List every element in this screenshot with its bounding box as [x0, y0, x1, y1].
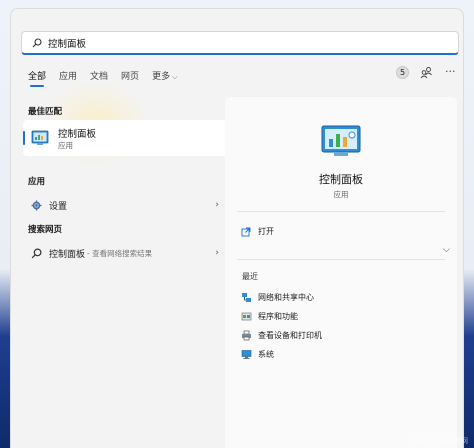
apps-heading: 应用: [28, 177, 46, 187]
rewards-points-badge[interactable]: 5: [396, 66, 409, 79]
best-match-item[interactable]: 控制面板 应用: [23, 120, 229, 156]
search-icon: [32, 37, 42, 47]
settings-label: 设置: [49, 201, 68, 212]
programs-icon: [241, 312, 252, 321]
more-options-icon[interactable]: ···: [445, 65, 456, 78]
gear-icon: [31, 199, 42, 211]
recent-label: 系统: [258, 350, 274, 359]
best-match-name: 控制面板: [58, 129, 97, 140]
preview-app-name: 控制面板: [319, 173, 363, 186]
account-switch-icon[interactable]: [420, 66, 433, 79]
divider: [237, 259, 445, 260]
tab-more-label: 更多: [152, 72, 171, 82]
network-icon: [242, 293, 251, 302]
recent-label: 查看设备和打印机: [258, 331, 322, 340]
web-search-item[interactable]: 控制面板 - 查看网络搜索结果 ›: [23, 242, 229, 264]
printer-icon: [242, 330, 251, 341]
tab-documents[interactable]: 文档: [90, 69, 108, 86]
recent-heading: 最近: [242, 272, 258, 281]
tab-web[interactable]: 网页: [121, 69, 139, 86]
preview-app-type: 应用: [333, 190, 349, 199]
preview-pane: 控制面板 应用 打开 ⌵ 最近 网络和共享中心 程序和功能 查看设备和打印机 系…: [225, 97, 457, 448]
chevron-right-icon[interactable]: ›: [215, 248, 219, 258]
search-input[interactable]: [48, 37, 428, 48]
web-search-query: 控制面板: [49, 249, 86, 260]
tab-all[interactable]: 全部: [28, 69, 46, 87]
best-match-heading: 最佳匹配: [28, 107, 63, 117]
chevron-right-icon[interactable]: ›: [215, 200, 219, 210]
recent-item-system[interactable]: 系统: [241, 349, 274, 360]
open-label: 打开: [258, 227, 274, 236]
divider: [237, 211, 445, 212]
tab-apps[interactable]: 应用: [59, 69, 77, 86]
search-panel: 全部 应用 文档 网页 更多⌵ 5 ··· 最佳匹配 控制面板 应用 应用: [10, 8, 464, 448]
chevron-down-icon[interactable]: ⌵: [443, 245, 450, 255]
open-external-icon: [241, 227, 251, 236]
control-panel-icon: [321, 125, 361, 156]
recent-item-programs[interactable]: 程序和功能: [241, 311, 298, 322]
open-action[interactable]: 打开: [241, 226, 274, 237]
recent-label: 程序和功能: [258, 312, 298, 321]
control-panel-icon: [31, 130, 49, 145]
app-item-settings[interactable]: 设置 ›: [23, 194, 229, 216]
system-icon: [241, 350, 252, 359]
recent-label: 网络和共享中心: [258, 293, 314, 302]
best-match-type: 应用: [58, 141, 73, 150]
tab-more[interactable]: 更多 ⌵: [152, 69, 177, 86]
recent-item-network[interactable]: 网络和共享中心: [241, 292, 314, 303]
filter-tabs: 全部 应用 文档 网页 更多 ⌵: [28, 69, 190, 87]
watermark: CSDN @迅达腾网: [410, 437, 468, 445]
chevron-down-icon: ⌵: [172, 73, 178, 81]
search-box[interactable]: [21, 31, 459, 55]
recent-item-devices-printers[interactable]: 查看设备和打印机: [241, 330, 322, 341]
search-icon: [31, 247, 42, 258]
web-search-heading: 搜索网页: [28, 225, 63, 235]
web-search-hint: - 查看网络搜索结果: [87, 248, 153, 258]
